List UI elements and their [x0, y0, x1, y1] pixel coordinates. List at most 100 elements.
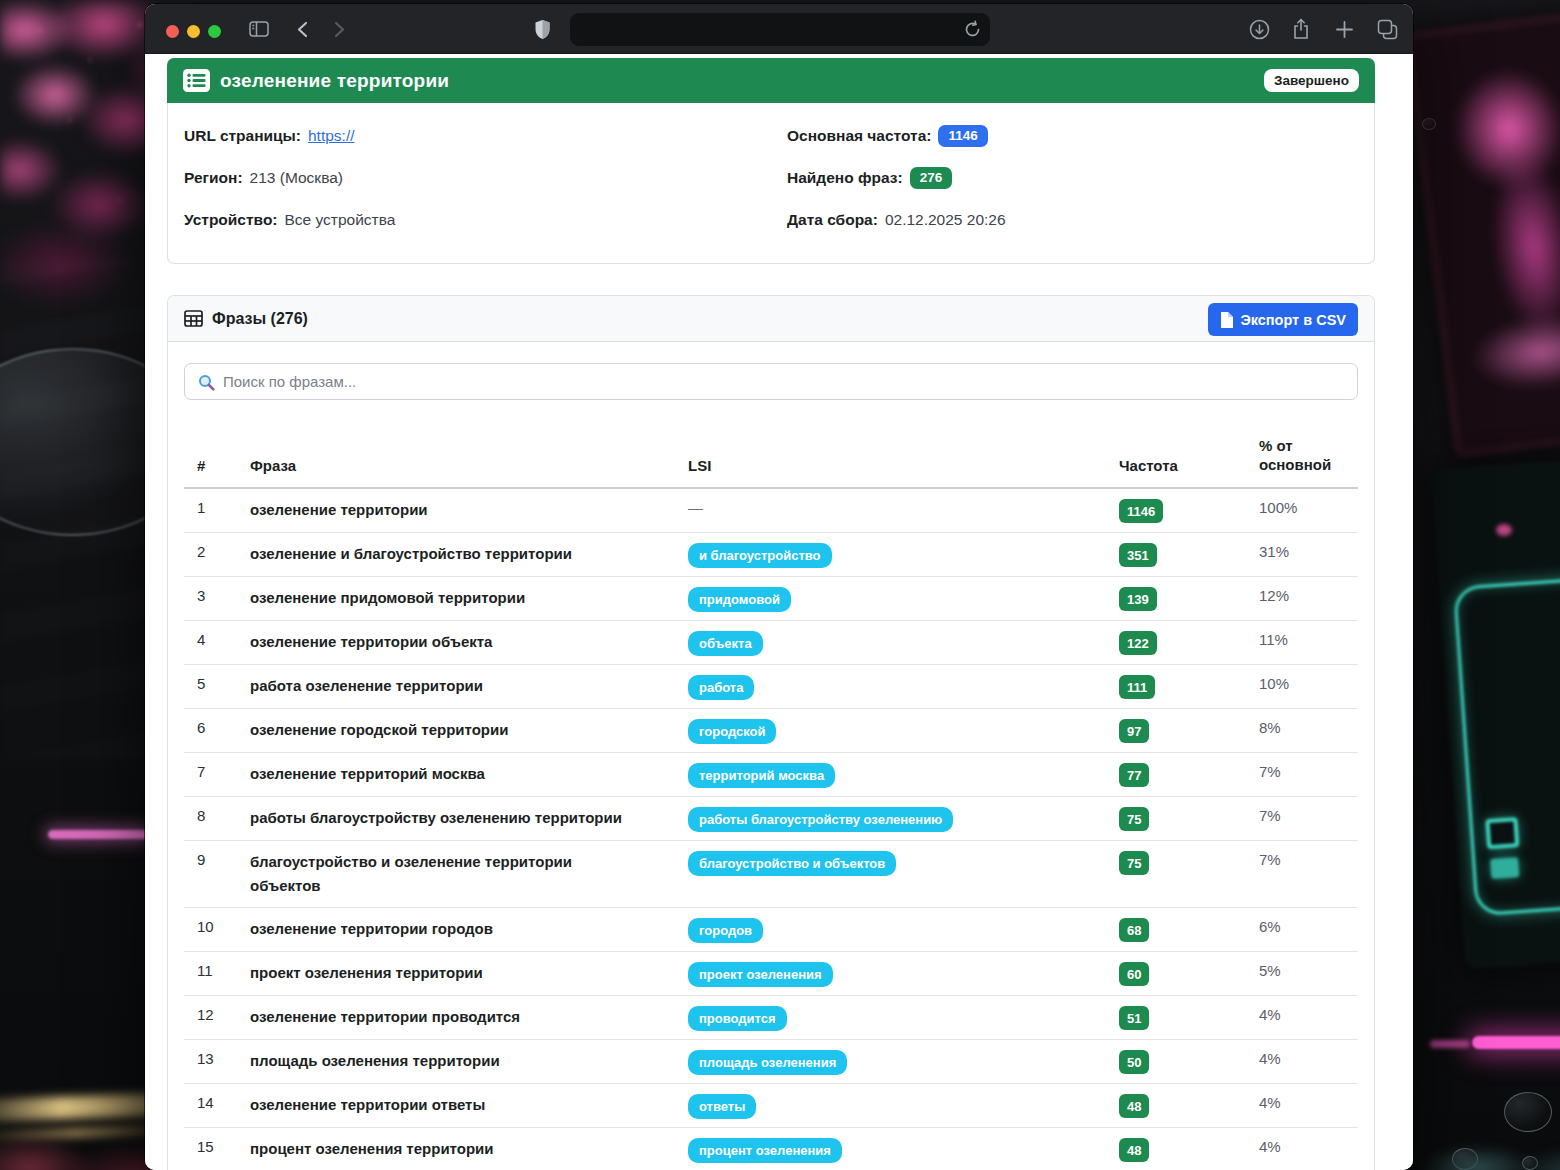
phrase-text: озеленение территории ответы	[237, 1084, 629, 1127]
column-header-freq: Частота	[1106, 436, 1246, 487]
neon-strip	[1472, 1036, 1560, 1049]
collection-date-label: Дата сбора:	[787, 211, 878, 229]
table-row: 2озеленение и благоустройство территории…	[184, 533, 1358, 577]
percent-of-base: 4%	[1246, 1084, 1358, 1127]
table-row: 10озеленение территории городов городов 68…	[184, 908, 1358, 952]
frequency-badge: 111	[1119, 675, 1155, 699]
light-dot	[1496, 524, 1512, 536]
table-header: # Фраза LSI Частота % от основной	[184, 436, 1358, 489]
percent-of-base: 12%	[1246, 577, 1358, 620]
percent-of-base: 10%	[1246, 665, 1358, 708]
percent-of-base: 7%	[1246, 753, 1358, 796]
table-row: 14озеленение территории ответыответы484%	[184, 1084, 1358, 1128]
share-icon[interactable]	[1290, 4, 1312, 54]
neon-sign	[1431, 455, 1560, 969]
frequency-cell: 75	[1106, 797, 1246, 840]
device-label: Устройство:	[184, 211, 278, 229]
table-row: 9благоустройство и озеленение территории…	[184, 841, 1358, 908]
table-row: 12озеленение территории проводитсяпровод…	[184, 996, 1358, 1040]
phrase-text: озеленение придомовой территории	[237, 577, 629, 620]
phrase-text: озеленение территорий москва	[237, 753, 629, 796]
frequency-badge: 51	[1119, 1006, 1149, 1030]
neon-sign	[1403, 7, 1560, 459]
row-number: 7	[184, 753, 237, 796]
frequency-badge: 139	[1119, 587, 1157, 611]
lsi-cell: работы благоустройству озеленению	[675, 797, 1106, 840]
browser-window: озеленение территории Завершено URL стра…	[145, 4, 1413, 1170]
phrases-found-badge: 276	[910, 167, 953, 189]
neon-strip	[1430, 1040, 1470, 1048]
phrase-text: работа озеленение территории	[237, 665, 629, 708]
frequency-badge: 351	[1119, 543, 1157, 567]
downloads-icon[interactable]	[1248, 4, 1270, 54]
privacy-shield-icon[interactable]	[531, 4, 553, 54]
bubble-decoration	[1422, 118, 1436, 130]
tab-overview-icon[interactable]	[1375, 4, 1399, 54]
lsi-cell: и благоустройство	[675, 533, 1106, 576]
lsi-cell: территорий москва	[675, 753, 1106, 796]
column-header-phrase: Фраза	[237, 436, 675, 487]
report-info: URL страницы: https:// Регион: 213 (Моск…	[167, 103, 1375, 264]
lsi-empty: —	[688, 499, 703, 516]
phrase-text: озеленение территории городов	[237, 908, 629, 951]
frequency-badge: 1146	[1119, 499, 1163, 523]
neon-strip	[48, 830, 148, 839]
reload-icon[interactable]	[963, 20, 982, 39]
frequency-badge: 97	[1119, 719, 1149, 743]
region-label: Регион:	[184, 169, 243, 187]
phrase-text: озеленение и благоустройство территории	[237, 533, 629, 576]
phrase-text: озеленение территории объекта	[237, 621, 629, 664]
frequency-cell: 48	[1106, 1128, 1246, 1170]
frequency-badge: 77	[1119, 763, 1149, 787]
lsi-cell: —	[675, 489, 1106, 532]
new-tab-icon[interactable]	[1333, 4, 1355, 54]
lsi-cell: объекта	[675, 621, 1106, 664]
lsi-badge: процент озеленения	[688, 1138, 842, 1163]
phrases-card-body: Поиск по фразам... # Фраза LSI Частота %…	[168, 342, 1374, 1170]
url-link[interactable]: https://	[308, 127, 355, 145]
frequency-badge: 60	[1119, 962, 1149, 986]
row-number: 12	[184, 996, 237, 1039]
row-number: 6	[184, 709, 237, 752]
phrase-text: процент озеленения территории	[237, 1128, 629, 1170]
phrase-text: площадь озеленения территории	[237, 1040, 629, 1083]
lsi-cell: площадь озеленения	[675, 1040, 1106, 1083]
percent-of-base: 4%	[1246, 996, 1358, 1039]
table-row: 7озеленение территорий москва территорий …	[184, 753, 1358, 797]
table-row: 3озеленение придомовой территориипридомо…	[184, 577, 1358, 621]
address-bar[interactable]	[570, 13, 990, 46]
back-icon[interactable]	[293, 4, 311, 54]
fullscreen-window-button[interactable]	[208, 25, 221, 38]
percent-of-base: 100%	[1246, 489, 1358, 532]
page-title: озеленение территории	[220, 70, 449, 92]
lsi-badge: проводится	[688, 1006, 787, 1031]
forward-icon[interactable]	[330, 4, 348, 54]
export-csv-button[interactable]: Экспорт в CSV	[1208, 303, 1358, 336]
file-icon	[1220, 312, 1233, 328]
frequency-badge: 48	[1119, 1138, 1149, 1162]
frequency-cell: 97	[1106, 709, 1246, 752]
lsi-badge: городской	[688, 719, 776, 744]
row-number: 10	[184, 908, 237, 951]
frequency-cell: 60	[1106, 952, 1246, 995]
lsi-badge: работы благоустройству озеленению	[688, 807, 953, 832]
lsi-cell: городов	[675, 908, 1106, 951]
lsi-badge: объекта	[688, 631, 763, 656]
report-header: озеленение территории Завершено	[167, 58, 1375, 103]
table-row: 8работы благоустройству озеленению терри…	[184, 797, 1358, 841]
base-frequency-badge: 1146	[938, 125, 987, 147]
lsi-badge: придомовой	[688, 587, 791, 612]
frequency-cell: 77	[1106, 753, 1246, 796]
frequency-cell: 139	[1106, 577, 1246, 620]
frequency-badge: 68	[1119, 918, 1149, 942]
sidebar-toggle-icon[interactable]	[248, 4, 270, 54]
lsi-cell: процент озеленения	[675, 1128, 1106, 1170]
minimize-window-button[interactable]	[187, 25, 200, 38]
frequency-cell: 122	[1106, 621, 1246, 664]
close-window-button[interactable]	[166, 25, 179, 38]
device-value: Все устройства	[285, 211, 396, 229]
column-header-pct: % от основной	[1246, 436, 1354, 487]
search-input[interactable]: Поиск по фразам...	[184, 363, 1358, 400]
collection-date-value: 02.12.2025 20:26	[885, 211, 1006, 229]
row-number: 11	[184, 952, 237, 995]
